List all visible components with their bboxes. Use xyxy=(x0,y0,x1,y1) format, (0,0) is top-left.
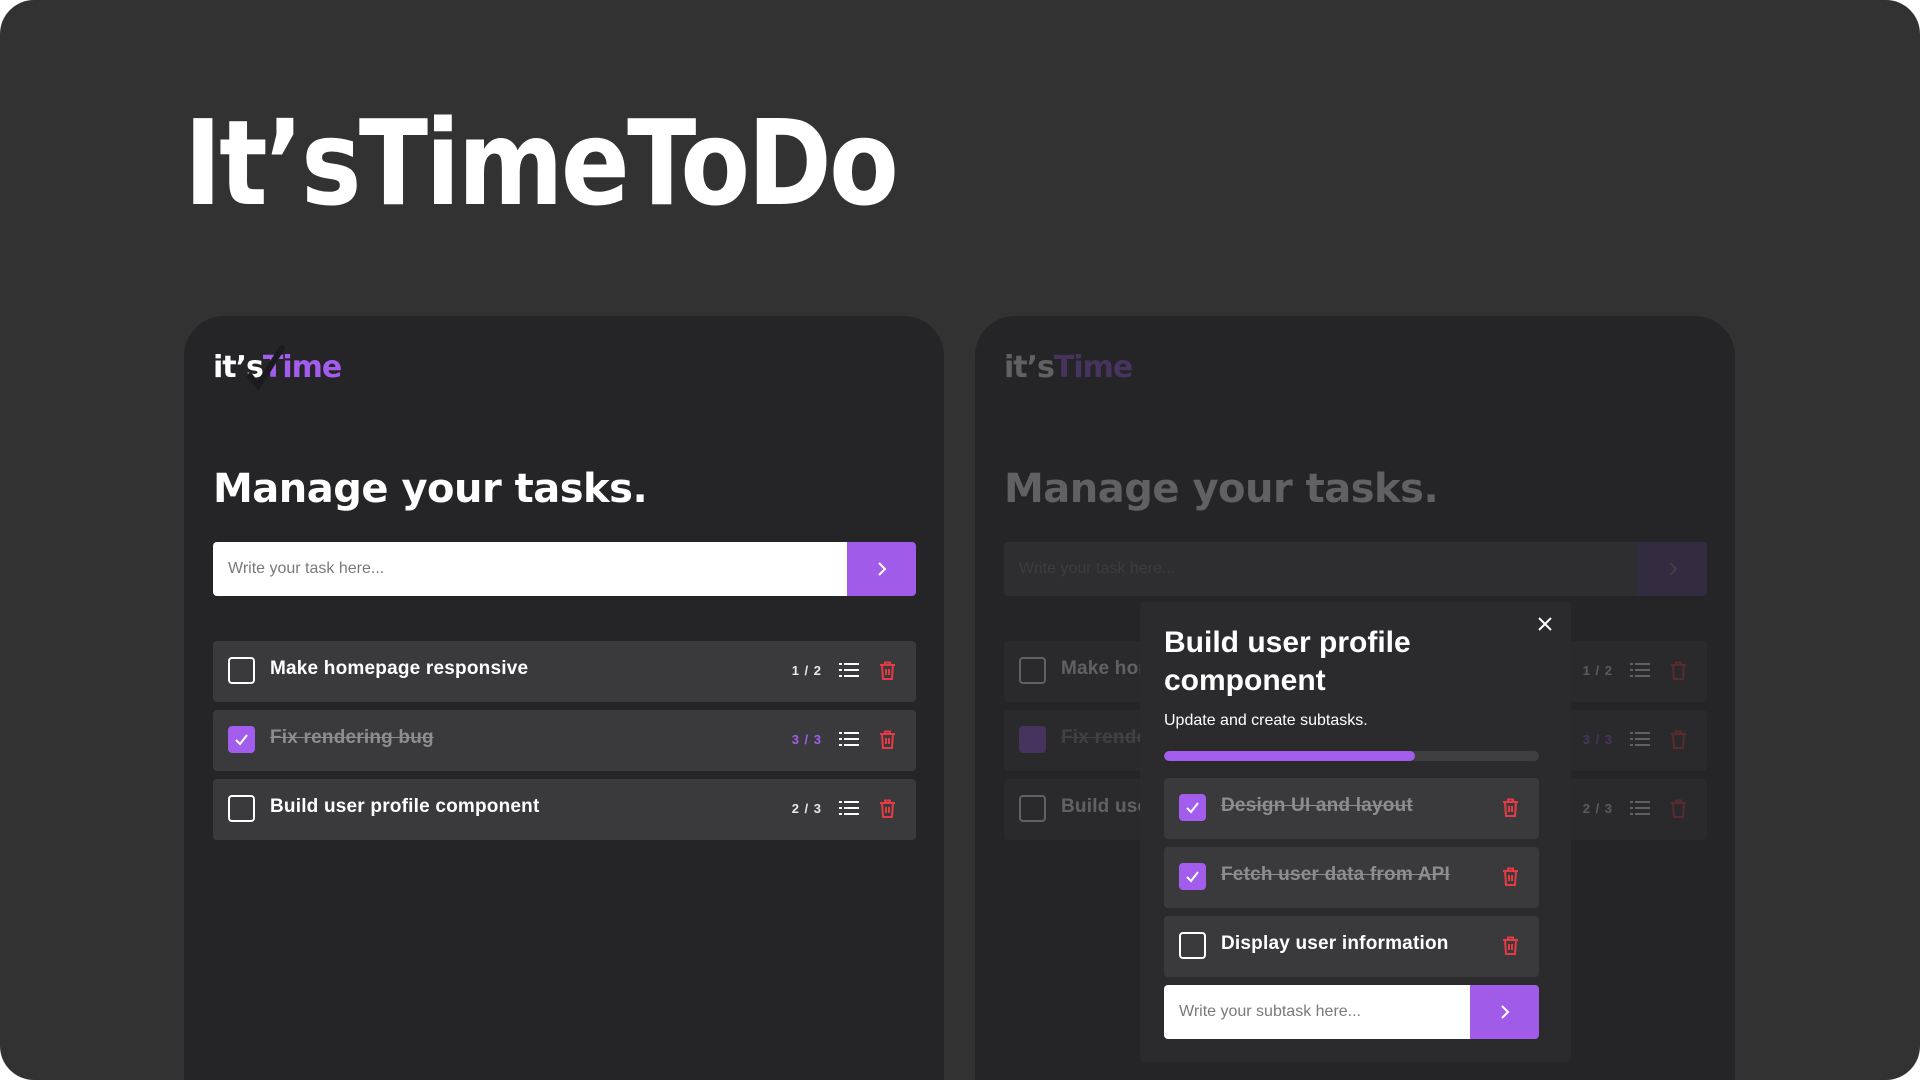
showcase-frame: It’sTimeToDo it’sTime Manage your tasks.… xyxy=(0,0,1920,1080)
subtask-label: Display user information xyxy=(1221,933,1449,954)
task-checkbox xyxy=(1019,657,1046,684)
check-icon xyxy=(1186,871,1199,883)
task-input[interactable] xyxy=(213,542,847,596)
task-checkbox-checked xyxy=(1019,726,1046,753)
subtask-count: 1 / 2 xyxy=(791,663,822,678)
task-checkbox-checked[interactable] xyxy=(228,726,255,753)
task-input-row xyxy=(213,542,916,596)
modal-subtitle: Update and create subtasks. xyxy=(1164,712,1368,729)
task-checkbox[interactable] xyxy=(228,657,255,684)
task-item[interactable]: Make homepage responsive 1 / 2 xyxy=(213,641,916,702)
chevron-right-icon xyxy=(1668,562,1677,576)
subtasks-list-icon[interactable] xyxy=(839,800,859,817)
page-title: Manage your tasks. xyxy=(213,466,648,512)
task-input-row xyxy=(1004,542,1707,596)
close-icon[interactable] xyxy=(1537,616,1553,632)
subtask-item[interactable]: Fetch user data from API xyxy=(1164,847,1539,908)
subtask-checkbox-checked[interactable] xyxy=(1179,794,1206,821)
add-task-button[interactable] xyxy=(847,542,916,596)
subtasks-list-icon xyxy=(1630,801,1650,815)
task-item[interactable]: Fix rendering bug 3 / 3 xyxy=(213,710,916,771)
subtask-input-row xyxy=(1164,985,1539,1039)
subtask-count: 3 / 3 xyxy=(791,732,822,747)
check-icon xyxy=(235,734,248,746)
trash-icon xyxy=(1671,799,1686,818)
trash-icon[interactable] xyxy=(1502,936,1519,955)
chevron-right-icon xyxy=(1500,1005,1509,1019)
subtask-progress-fill xyxy=(1164,751,1416,761)
subtask-progress-bar xyxy=(1164,751,1539,761)
subtask-label: Fetch user data from API xyxy=(1221,864,1450,885)
trash-icon[interactable] xyxy=(1502,798,1519,817)
subtask-item[interactable]: Design UI and layout xyxy=(1164,778,1539,839)
logo-checkmark-icon xyxy=(247,345,285,392)
task-checkbox xyxy=(1019,795,1046,822)
subtask-modal: Build user profile component Update and … xyxy=(1140,602,1571,1062)
trash-icon xyxy=(1671,661,1686,680)
trash-icon xyxy=(1671,730,1686,749)
subtask-count: 1 / 2 xyxy=(1582,663,1613,678)
task-input xyxy=(1004,542,1638,596)
subtasks-list-icon xyxy=(1630,732,1650,746)
subtasks-list-icon[interactable] xyxy=(839,731,859,748)
trash-icon[interactable] xyxy=(879,799,896,818)
logo: it’sTime xyxy=(1004,350,1133,385)
logo-text-its: it’s xyxy=(1004,350,1055,385)
subtask-count: 3 / 3 xyxy=(1582,732,1613,747)
subtask-count: 2 / 3 xyxy=(1582,801,1613,816)
subtask-checkbox[interactable] xyxy=(1179,932,1206,959)
subtask-list: Design UI and layout Fetch user data fro… xyxy=(1164,778,1539,985)
trash-icon[interactable] xyxy=(1502,867,1519,886)
subtask-count: 2 / 3 xyxy=(791,801,822,816)
hero-title: It’sTimeToDo xyxy=(184,94,899,232)
add-subtask-button[interactable] xyxy=(1470,985,1539,1039)
subtasks-list-icon[interactable] xyxy=(839,662,859,679)
app-panel-main: it’sTime Manage your tasks. Make homepag… xyxy=(184,316,944,1080)
task-label: Fix rendering bug xyxy=(270,727,434,748)
task-checkbox[interactable] xyxy=(228,795,255,822)
subtasks-list-icon xyxy=(1630,663,1650,677)
logo-text-time: Time xyxy=(1053,350,1133,385)
task-list: Make homepage responsive 1 / 2 Fix rende… xyxy=(213,641,916,848)
modal-title: Build user profile component xyxy=(1164,626,1411,697)
subtask-item[interactable]: Display user information xyxy=(1164,916,1539,977)
subtask-label: Design UI and layout xyxy=(1221,795,1413,816)
add-task-button xyxy=(1638,542,1707,596)
subtask-input[interactable] xyxy=(1164,985,1470,1039)
check-icon xyxy=(1186,802,1199,814)
subtask-checkbox-checked[interactable] xyxy=(1179,863,1206,890)
task-item[interactable]: Build user profile component 2 / 3 xyxy=(213,779,916,840)
trash-icon[interactable] xyxy=(879,730,896,749)
page-title: Manage your tasks. xyxy=(1004,466,1439,512)
chevron-right-icon xyxy=(877,562,886,576)
task-label: Make homepage responsive xyxy=(270,658,529,679)
task-label: Build user profile component xyxy=(270,796,540,817)
trash-icon[interactable] xyxy=(879,661,896,680)
